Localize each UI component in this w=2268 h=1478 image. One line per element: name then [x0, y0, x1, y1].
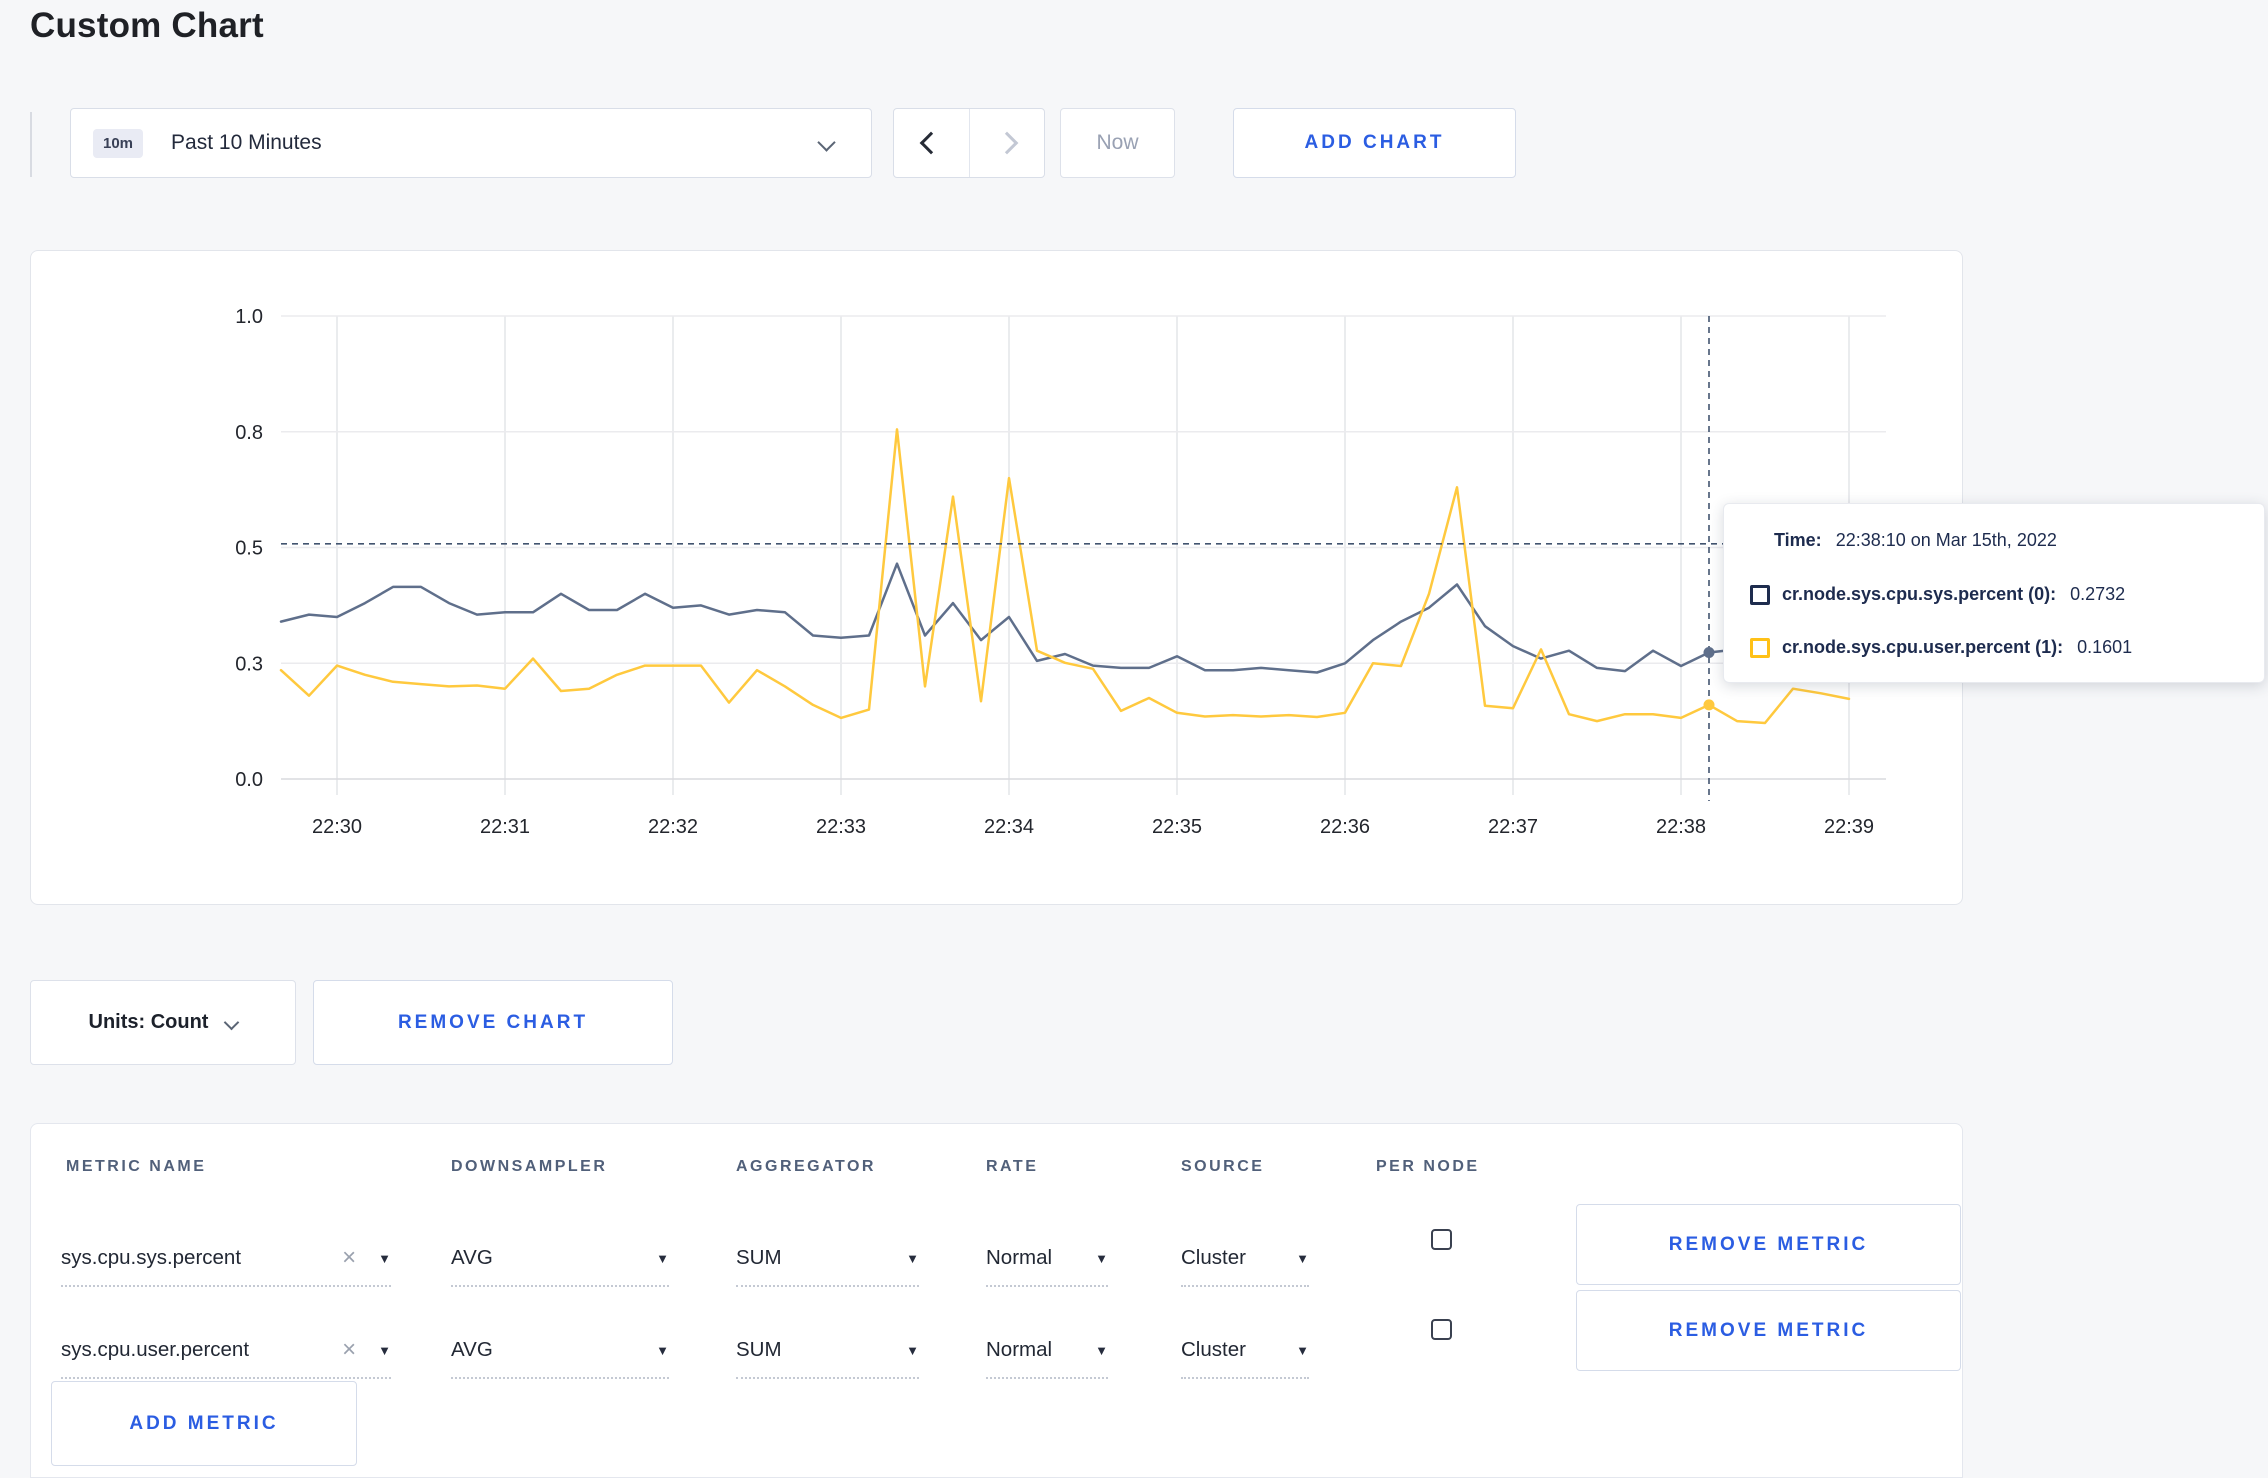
col-header-aggregator: AGGREGATOR — [736, 1158, 876, 1175]
aggregator-value: SUM — [736, 1246, 782, 1269]
svg-text:22:30: 22:30 — [312, 816, 362, 838]
svg-text:22:34: 22:34 — [984, 816, 1034, 838]
chart-tooltip: Time: 22:38:10 on Mar 15th, 2022 cr.node… — [1723, 503, 2265, 683]
toolbar-divider — [30, 112, 32, 177]
chevron-right-icon — [995, 131, 1019, 155]
caret-down-icon: ▼ — [906, 1342, 919, 1358]
time-range-select[interactable]: 10m Past 10 Minutes — [70, 108, 872, 178]
caret-down-icon: ▼ — [1095, 1342, 1108, 1358]
svg-text:22:31: 22:31 — [480, 816, 530, 838]
remove-chart-button[interactable]: REMOVE CHART — [313, 980, 673, 1065]
svg-text:0.8: 0.8 — [235, 422, 263, 444]
caret-down-icon: ▼ — [656, 1342, 669, 1358]
svg-text:0.3: 0.3 — [235, 653, 263, 675]
svg-text:1.0: 1.0 — [235, 306, 263, 328]
svg-text:0.0: 0.0 — [235, 769, 263, 791]
col-header-metric-name: METRIC NAME — [66, 1158, 207, 1175]
aggregator-select[interactable]: SUM ▼ — [736, 1231, 919, 1287]
chevron-down-icon — [224, 1014, 240, 1031]
source-value: Cluster — [1181, 1246, 1246, 1269]
downsampler-select[interactable]: AVG ▼ — [451, 1231, 669, 1287]
caret-down-icon: ▼ — [1296, 1342, 1309, 1358]
svg-text:22:39: 22:39 — [1824, 816, 1874, 838]
svg-text:22:32: 22:32 — [648, 816, 698, 838]
page-title: Custom Chart — [30, 6, 264, 45]
now-button[interactable]: Now — [1060, 108, 1175, 178]
clear-metric-icon[interactable]: × — [342, 1246, 356, 1270]
metric-name-value: sys.cpu.sys.percent — [61, 1246, 242, 1269]
tooltip-series-label: cr.node.sys.cpu.user.percent (1): — [1782, 637, 2064, 657]
tooltip-time-label: Time: — [1774, 530, 1822, 550]
downsampler-value: AVG — [451, 1246, 493, 1269]
units-select[interactable]: Units: Count — [30, 980, 296, 1065]
caret-down-icon: ▼ — [378, 1250, 391, 1266]
sys-percent-swatch-icon — [1750, 584, 1770, 605]
downsampler-select[interactable]: AVG ▼ — [451, 1323, 669, 1379]
chevron-left-icon — [919, 131, 943, 155]
col-header-rate: RATE — [986, 1158, 1039, 1175]
tooltip-series-label: cr.node.sys.cpu.sys.percent (0): — [1782, 584, 2057, 604]
units-label: Units: Count — [88, 1011, 209, 1033]
aggregator-select[interactable]: SUM ▼ — [736, 1323, 919, 1379]
caret-down-icon: ▼ — [1095, 1250, 1108, 1266]
svg-text:22:35: 22:35 — [1152, 816, 1202, 838]
time-range-label: Past 10 Minutes — [171, 131, 322, 154]
svg-text:22:38: 22:38 — [1656, 816, 1706, 838]
time-range-badge: 10m — [93, 128, 144, 158]
metrics-table: METRIC NAME DOWNSAMPLER AGGREGATOR RATE … — [30, 1123, 1963, 1478]
clear-metric-icon[interactable]: × — [342, 1338, 356, 1362]
caret-down-icon: ▼ — [906, 1250, 919, 1266]
source-select[interactable]: Cluster ▼ — [1181, 1231, 1309, 1287]
caret-down-icon: ▼ — [378, 1342, 391, 1358]
svg-text:22:36: 22:36 — [1320, 816, 1370, 838]
add-chart-button[interactable]: ADD CHART — [1233, 108, 1516, 178]
rate-select[interactable]: Normal ▼ — [986, 1323, 1108, 1379]
tooltip-time-value: 22:38:10 on Mar 15th, 2022 — [1835, 530, 2057, 550]
col-header-downsampler: DOWNSAMPLER — [451, 1158, 608, 1175]
per-node-checkbox[interactable] — [1431, 1229, 1452, 1250]
cpu-line-chart[interactable]: 22:30 22:31 22:32 22:33 22:34 22:35 22:36 22:37… — [31, 251, 1964, 904]
per-node-checkbox[interactable] — [1431, 1319, 1452, 1340]
caret-down-icon: ▼ — [1296, 1250, 1309, 1266]
svg-text:22:37: 22:37 — [1488, 816, 1538, 838]
chart-panel[interactable]: 22:30 22:31 22:32 22:33 22:34 22:35 22:36 22:37… — [30, 250, 1963, 905]
source-select[interactable]: Cluster ▼ — [1181, 1323, 1309, 1379]
source-value: Cluster — [1181, 1338, 1246, 1361]
svg-text:22:33: 22:33 — [816, 816, 866, 838]
rate-value: Normal — [986, 1338, 1053, 1361]
col-header-source: SOURCE — [1181, 1158, 1265, 1175]
user-percent-swatch-icon — [1750, 637, 1770, 658]
time-step-control — [893, 108, 1045, 178]
caret-down-icon: ▼ — [656, 1250, 669, 1266]
svg-text:0.5: 0.5 — [235, 538, 263, 560]
chevron-down-icon — [817, 133, 836, 152]
metric-name-value: sys.cpu.user.percent — [61, 1338, 250, 1361]
rate-select[interactable]: Normal ▼ — [986, 1231, 1108, 1287]
metric-name-select[interactable]: sys.cpu.user.percent × ▼ — [61, 1323, 391, 1379]
aggregator-value: SUM — [736, 1338, 782, 1361]
prev-range-button[interactable] — [894, 109, 969, 177]
tooltip-series-value: 0.1601 — [2077, 637, 2133, 657]
next-range-button[interactable] — [968, 109, 1045, 177]
metric-name-select[interactable]: sys.cpu.sys.percent × ▼ — [61, 1231, 391, 1287]
col-header-per-node: PER NODE — [1376, 1158, 1480, 1175]
downsampler-value: AVG — [451, 1338, 493, 1361]
add-metric-button[interactable]: ADD METRIC — [51, 1381, 357, 1466]
tooltip-series-value: 0.2732 — [2070, 584, 2126, 604]
remove-metric-button[interactable]: REMOVE METRIC — [1576, 1204, 1961, 1285]
rate-value: Normal — [986, 1246, 1053, 1269]
custom-chart-page: Custom Chart 10m Past 10 Minutes Now ADD… — [0, 0, 2268, 1478]
remove-metric-button[interactable]: REMOVE METRIC — [1576, 1290, 1961, 1371]
